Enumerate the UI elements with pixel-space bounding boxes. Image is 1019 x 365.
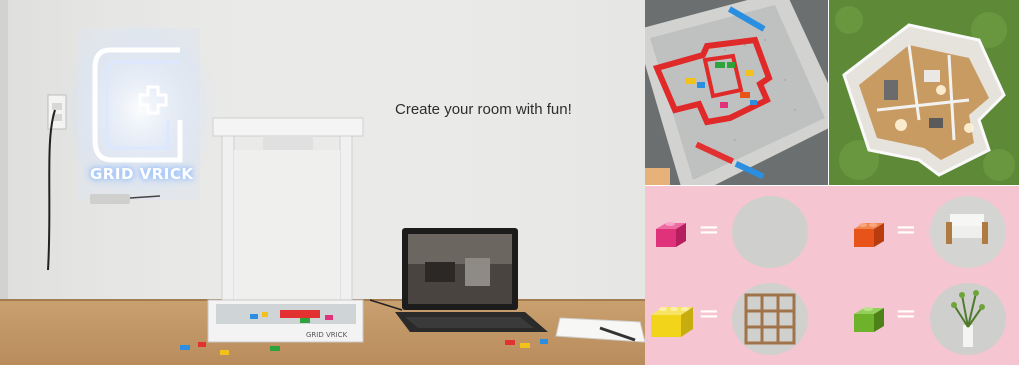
pink-brick-icon bbox=[656, 222, 686, 247]
orange-brick-icon bbox=[854, 223, 884, 247]
lego-floor-plan-on-grid-icon bbox=[645, 0, 828, 185]
equals-sign: = bbox=[895, 299, 917, 329]
device-label: GRID VRICK bbox=[306, 331, 348, 339]
bookshelf-icon bbox=[732, 283, 808, 355]
neon-sign-text: GRID VRICK bbox=[90, 165, 194, 183]
brick-mapping-panel: = = = = bbox=[645, 186, 1019, 365]
equals-sign: = bbox=[698, 299, 720, 329]
caption: Create your room with fun! bbox=[395, 101, 572, 118]
main-photo: Create your room with fun! GRID VRICK GR… bbox=[0, 0, 645, 365]
grid-vrick-device bbox=[207, 117, 364, 343]
equals-sign: = bbox=[698, 215, 720, 245]
green-brick-icon bbox=[854, 307, 884, 332]
3d-room-render-photo bbox=[829, 0, 1019, 185]
armchair-icon bbox=[930, 196, 1006, 268]
equals-sign: = bbox=[895, 215, 917, 245]
empty-floor-icon bbox=[732, 196, 808, 268]
3d-room-render-icon bbox=[829, 0, 1019, 185]
lego-floor-plan-photo bbox=[645, 0, 828, 185]
yellow-brick-icon bbox=[651, 307, 693, 337]
plant-icon bbox=[930, 283, 1006, 355]
